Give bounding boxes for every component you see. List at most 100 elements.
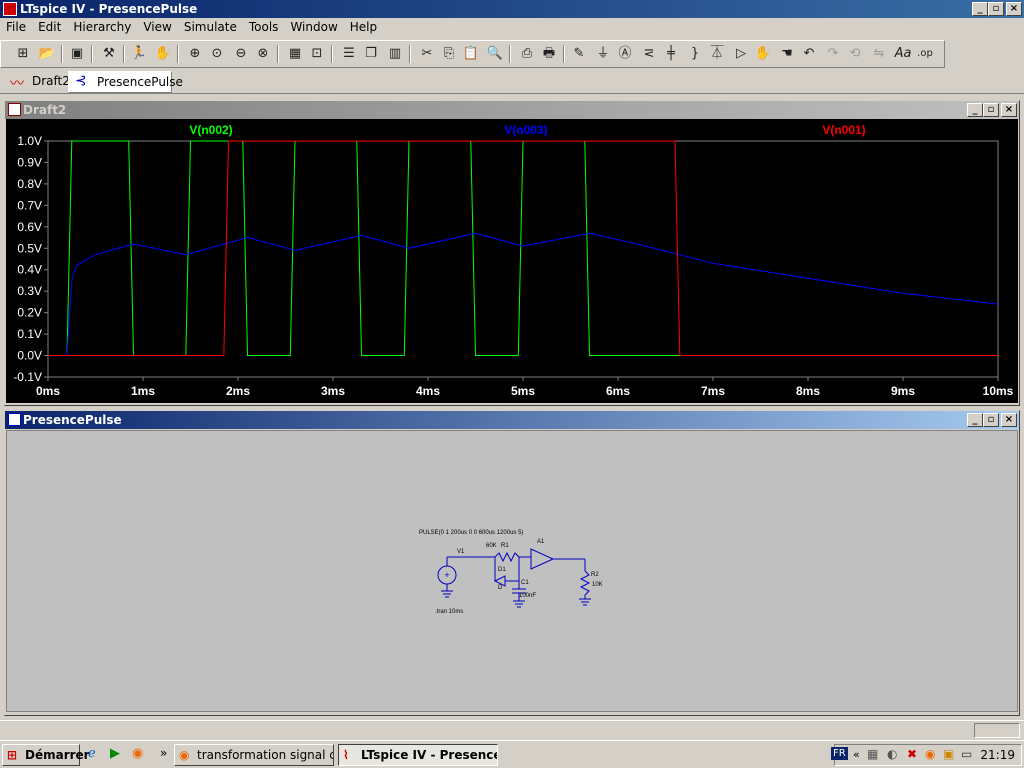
- y-tick-label: 0.7V: [17, 198, 42, 212]
- close-button[interactable]: ×: [1006, 2, 1022, 16]
- run-icon[interactable]: 🏃: [129, 44, 149, 64]
- undo-icon[interactable]: ↶: [799, 44, 819, 64]
- plot-frame: [47, 140, 999, 378]
- legend-label[interactable]: V(n003): [504, 123, 547, 137]
- cascade-icon[interactable]: ❐: [361, 44, 381, 64]
- x-tick-label: 7ms: [701, 384, 725, 398]
- tab-presencepulse[interactable]: ⊰ PresencePulse: [68, 71, 183, 93]
- menu-simulate[interactable]: Simulate: [178, 18, 243, 34]
- schematic-canvas[interactable]: + PULSE(0 1 200us 0 0 600us 1200us 5) V1…: [6, 430, 1018, 712]
- taskbar-button-firefox[interactable]: ◉ transformation signal car...: [174, 744, 334, 766]
- menu-bar: File Edit Hierarchy View Simulate Tools Window…: [0, 18, 1024, 38]
- zoom-cancel-icon[interactable]: ⊗: [253, 44, 273, 64]
- tab-draft2[interactable]: 〰 Draft2: [4, 71, 70, 93]
- label-net-icon[interactable]: Ⓐ: [615, 44, 635, 64]
- inductor-icon[interactable]: }: [685, 44, 705, 64]
- minimize-button[interactable]: _: [967, 413, 983, 427]
- chevron-right-icon[interactable]: »: [160, 746, 167, 760]
- tray-app-icon[interactable]: ◉: [925, 747, 935, 761]
- r1-label: R1: [501, 543, 509, 549]
- menu-view[interactable]: View: [137, 18, 177, 34]
- schematic-drawing[interactable]: + PULSE(0 1 200us 0 0 600us 1200us 5) V1…: [7, 431, 1017, 711]
- close-button[interactable]: ×: [1001, 103, 1017, 117]
- schematic-window-title: PresencePulse: [23, 413, 122, 427]
- tran-directive[interactable]: .tran 10ms: [435, 609, 463, 615]
- menu-help[interactable]: Help: [344, 18, 383, 34]
- taskbar-button-ltspice[interactable]: ⌇ LTspice IV - Presence...: [338, 744, 498, 766]
- x-tick-label: 2ms: [226, 384, 250, 398]
- clock[interactable]: 21:19: [980, 748, 1015, 762]
- waveform-icon: 〰: [10, 76, 24, 92]
- paste-icon[interactable]: 📋: [461, 44, 481, 64]
- spice-directive-icon[interactable]: .op: [915, 44, 935, 64]
- zoom-in-icon[interactable]: ⊕: [185, 44, 205, 64]
- redo-icon[interactable]: ↷: [823, 44, 843, 64]
- copy-icon[interactable]: ⎘: [439, 44, 459, 64]
- ltspice-icon: ⌇: [343, 748, 349, 762]
- menu-window[interactable]: Window: [284, 18, 343, 34]
- print-icon[interactable]: 🖶: [539, 44, 559, 64]
- minimize-button[interactable]: _: [972, 2, 988, 16]
- x-tick-label: 1ms: [131, 384, 155, 398]
- y-tick-label: 0.1V: [17, 327, 42, 341]
- zoom-pan-icon[interactable]: ⊙: [207, 44, 227, 64]
- start-button[interactable]: ⊞ Démarrer: [2, 744, 90, 766]
- maximize-button[interactable]: ▫: [988, 2, 1004, 16]
- component-icon[interactable]: ▷: [731, 44, 751, 64]
- d1-model: D: [498, 585, 503, 591]
- waveform-window-title: Draft2: [23, 103, 67, 117]
- waveform-plot[interactable]: 1.0V 0.9V 0.8V 0.7V 0.6V 0.5V 0.4V 0.3V 0.2V 0.1V…: [6, 119, 1018, 403]
- control-panel-icon[interactable]: ⚒: [99, 44, 119, 64]
- volume-icon[interactable]: ◐: [887, 747, 897, 761]
- drag-icon[interactable]: ☚: [777, 44, 797, 64]
- autorange-icon[interactable]: ▦: [285, 44, 305, 64]
- waveform-chart[interactable]: 1.0V 0.9V 0.8V 0.7V 0.6V 0.5V 0.4V 0.3V 0.2V 0.1V…: [6, 119, 1018, 403]
- legend-label[interactable]: V(n001): [822, 123, 865, 137]
- maximize-button[interactable]: ▫: [983, 103, 999, 117]
- move-icon[interactable]: ✋: [753, 44, 773, 64]
- monitor-icon[interactable]: ▭: [961, 747, 972, 761]
- zoom-out-icon[interactable]: ⊖: [231, 44, 251, 64]
- chevron-left-icon[interactable]: «: [853, 748, 860, 761]
- tile-vertical-icon[interactable]: ▥: [385, 44, 405, 64]
- cut-icon[interactable]: ✂: [417, 44, 437, 64]
- ltspice-app-icon[interactable]: [3, 2, 17, 16]
- tile-horizontal-icon[interactable]: ☰: [339, 44, 359, 64]
- x-tick-label: 8ms: [796, 384, 820, 398]
- menu-tools[interactable]: Tools: [243, 18, 285, 34]
- menu-hierarchy[interactable]: Hierarchy: [67, 18, 137, 34]
- open-icon[interactable]: 📂: [37, 44, 57, 64]
- quicklaunch-firefox-icon[interactable]: ◉: [132, 746, 143, 761]
- save-icon[interactable]: ▣: [67, 44, 87, 64]
- security-icon[interactable]: ✖: [907, 747, 917, 761]
- halt-icon[interactable]: ✋: [153, 44, 173, 64]
- network-icon[interactable]: ▦: [867, 747, 878, 761]
- pulse-directive[interactable]: PULSE(0 1 200us 0 0 600us 1200us 5): [419, 530, 523, 536]
- menu-file[interactable]: File: [0, 18, 32, 34]
- close-button[interactable]: ×: [1001, 413, 1017, 427]
- legend-label[interactable]: V(n002): [189, 123, 232, 137]
- quicklaunch-media-icon[interactable]: ▶: [110, 746, 120, 761]
- zoom-extents-icon[interactable]: ⊡: [307, 44, 327, 64]
- minimize-button[interactable]: _: [967, 103, 983, 117]
- wire-icon[interactable]: ✎: [569, 44, 589, 64]
- find-icon[interactable]: 🔍: [485, 44, 505, 64]
- menu-edit[interactable]: Edit: [32, 18, 67, 34]
- r2-label: R2: [591, 572, 599, 578]
- mirror-icon[interactable]: ⇋: [869, 44, 889, 64]
- capacitor-icon[interactable]: ╪: [661, 44, 681, 64]
- y-tick-label: 0.3V: [17, 284, 42, 298]
- tray-app2-icon[interactable]: ▣: [943, 747, 954, 761]
- new-schematic-icon[interactable]: ⊞: [13, 44, 33, 64]
- diode-icon[interactable]: ⏄: [707, 44, 727, 64]
- language-indicator[interactable]: FR: [831, 747, 848, 760]
- text-icon[interactable]: Aa: [893, 44, 913, 64]
- quicklaunch-ie-icon[interactable]: ℯ: [88, 746, 96, 761]
- ground-icon[interactable]: ⏚: [593, 44, 613, 64]
- rotate-icon[interactable]: ⟲: [845, 44, 865, 64]
- y-tick-label: 0.0V: [17, 349, 42, 363]
- resistor-icon[interactable]: ⋜: [639, 44, 659, 64]
- print-setup-icon[interactable]: ⎙: [517, 44, 537, 64]
- x-tick-label: 3ms: [321, 384, 345, 398]
- maximize-button[interactable]: ▫: [983, 413, 999, 427]
